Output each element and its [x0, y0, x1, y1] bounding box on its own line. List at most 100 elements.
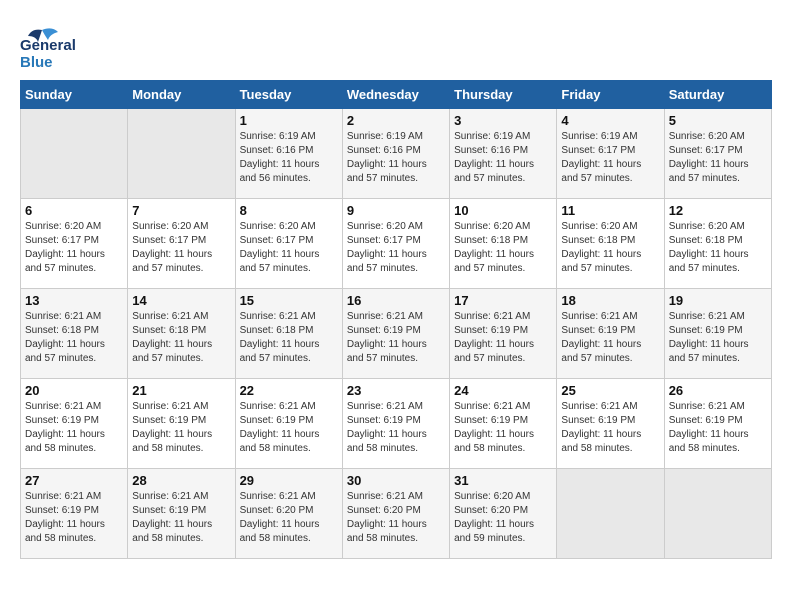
cell-info: Sunrise: 6:20 AMSunset: 6:18 PMDaylight:…: [561, 220, 659, 276]
calendar-cell: 8 Sunrise: 6:20 AMSunset: 6:17 PMDaylight…: [235, 199, 342, 289]
day-number: 12: [669, 203, 767, 218]
cell-info: Sunrise: 6:21 AMSunset: 6:20 PMDaylight:…: [347, 490, 445, 546]
weekday-header-row: Sunday Monday Tuesday Wednesday Thursday…: [21, 81, 772, 109]
day-number: 14: [132, 293, 230, 308]
cell-info: Sunrise: 6:21 AMSunset: 6:19 PMDaylight:…: [669, 400, 767, 456]
calendar-cell: [557, 469, 664, 559]
day-number: 18: [561, 293, 659, 308]
day-number: 3: [454, 113, 552, 128]
cell-info: Sunrise: 6:20 AMSunset: 6:17 PMDaylight:…: [669, 130, 767, 186]
day-number: 25: [561, 383, 659, 398]
calendar-cell: 7 Sunrise: 6:20 AMSunset: 6:17 PMDaylight…: [128, 199, 235, 289]
calendar-cell: 13Sunrise: 6:21 AMSunset: 6:18 PMDayligh…: [21, 289, 128, 379]
day-number: 16: [347, 293, 445, 308]
cell-info: Sunrise: 6:21 AMSunset: 6:19 PMDaylight:…: [347, 310, 445, 366]
calendar-cell: 3 Sunrise: 6:19 AMSunset: 6:16 PMDaylight…: [450, 109, 557, 199]
calendar-cell: 25 Sunrise: 6:21 AMSunset: 6:19 PMDayligh…: [557, 379, 664, 469]
calendar-cell: 31Sunrise: 6:20 AMSunset: 6:20 PMDayligh…: [450, 469, 557, 559]
day-number: 19: [669, 293, 767, 308]
calendar-cell: 23 Sunrise: 6:21 AMSunset: 6:19 PMDayligh…: [342, 379, 449, 469]
day-number: 26: [669, 383, 767, 398]
header-sunday: Sunday: [21, 81, 128, 109]
day-number: 29: [240, 473, 338, 488]
cell-info: Sunrise: 6:21 AMSunset: 6:20 PMDaylight:…: [240, 490, 338, 546]
logo: General Blue: [20, 20, 64, 64]
cell-info: Sunrise: 6:21 AMSunset: 6:19 PMDaylight:…: [25, 490, 123, 546]
header-monday: Monday: [128, 81, 235, 109]
calendar-week-row: 6 Sunrise: 6:20 AMSunset: 6:17 PMDaylight…: [21, 199, 772, 289]
calendar-cell: 2 Sunrise: 6:19 AMSunset: 6:16 PMDaylight…: [342, 109, 449, 199]
cell-info: Sunrise: 6:20 AMSunset: 6:20 PMDaylight:…: [454, 490, 552, 546]
cell-info: Sunrise: 6:20 AMSunset: 6:18 PMDaylight:…: [454, 220, 552, 276]
calendar-cell: 27Sunrise: 6:21 AMSunset: 6:19 PMDayligh…: [21, 469, 128, 559]
cell-info: Sunrise: 6:21 AMSunset: 6:19 PMDaylight:…: [347, 400, 445, 456]
calendar-cell: 24Sunrise: 6:21 AMSunset: 6:19 PMDayligh…: [450, 379, 557, 469]
calendar-cell: 1 Sunrise: 6:19 AMSunset: 6:16 PMDaylight…: [235, 109, 342, 199]
calendar-cell: 5 Sunrise: 6:20 AMSunset: 6:17 PMDaylight…: [664, 109, 771, 199]
cell-info: Sunrise: 6:19 AMSunset: 6:16 PMDaylight:…: [240, 130, 338, 186]
cell-info: Sunrise: 6:21 AMSunset: 6:19 PMDaylight:…: [561, 310, 659, 366]
day-number: 22: [240, 383, 338, 398]
day-number: 9: [347, 203, 445, 218]
header-thursday: Thursday: [450, 81, 557, 109]
cell-info: Sunrise: 6:21 AMSunset: 6:18 PMDaylight:…: [240, 310, 338, 366]
calendar-cell: 9Sunrise: 6:20 AMSunset: 6:17 PMDaylight…: [342, 199, 449, 289]
calendar-cell: 26 Sunrise: 6:21 AMSunset: 6:19 PMDayligh…: [664, 379, 771, 469]
cell-info: Sunrise: 6:21 AMSunset: 6:19 PMDaylight:…: [561, 400, 659, 456]
cell-info: Sunrise: 6:20 AMSunset: 6:17 PMDaylight:…: [25, 220, 123, 276]
calendar-cell: 18 Sunrise: 6:21 AMSunset: 6:19 PMDayligh…: [557, 289, 664, 379]
day-number: 8: [240, 203, 338, 218]
calendar-cell: 6 Sunrise: 6:20 AMSunset: 6:17 PMDaylight…: [21, 199, 128, 289]
cell-info: Sunrise: 6:21 AMSunset: 6:19 PMDaylight:…: [132, 400, 230, 456]
cell-info: Sunrise: 6:20 AMSunset: 6:17 PMDaylight:…: [132, 220, 230, 276]
cell-info: Sunrise: 6:21 AMSunset: 6:19 PMDaylight:…: [25, 400, 123, 456]
calendar-cell: 12 Sunrise: 6:20 AMSunset: 6:18 PMDayligh…: [664, 199, 771, 289]
calendar-table: Sunday Monday Tuesday Wednesday Thursday…: [20, 80, 772, 559]
header-wednesday: Wednesday: [342, 81, 449, 109]
calendar-cell: [21, 109, 128, 199]
calendar-cell: 20 Sunrise: 6:21 AMSunset: 6:19 PMDayligh…: [21, 379, 128, 469]
header-saturday: Saturday: [664, 81, 771, 109]
page-header: General Blue: [20, 20, 772, 64]
header-friday: Friday: [557, 81, 664, 109]
cell-info: Sunrise: 6:21 AMSunset: 6:19 PMDaylight:…: [132, 490, 230, 546]
calendar-cell: 10 Sunrise: 6:20 AMSunset: 6:18 PMDayligh…: [450, 199, 557, 289]
cell-info: Sunrise: 6:19 AMSunset: 6:16 PMDaylight:…: [347, 130, 445, 186]
calendar-cell: 30 Sunrise: 6:21 AMSunset: 6:20 PMDayligh…: [342, 469, 449, 559]
day-number: 7: [132, 203, 230, 218]
day-number: 15: [240, 293, 338, 308]
day-number: 11: [561, 203, 659, 218]
calendar-cell: 19Sunrise: 6:21 AMSunset: 6:19 PMDayligh…: [664, 289, 771, 379]
calendar-cell: 16 Sunrise: 6:21 AMSunset: 6:19 PMDayligh…: [342, 289, 449, 379]
cell-info: Sunrise: 6:21 AMSunset: 6:18 PMDaylight:…: [132, 310, 230, 366]
day-number: 28: [132, 473, 230, 488]
cell-info: Sunrise: 6:21 AMSunset: 6:19 PMDaylight:…: [240, 400, 338, 456]
day-number: 21: [132, 383, 230, 398]
day-number: 10: [454, 203, 552, 218]
day-number: 6: [25, 203, 123, 218]
day-number: 23: [347, 383, 445, 398]
day-number: 13: [25, 293, 123, 308]
calendar-cell: 22 Sunrise: 6:21 AMSunset: 6:19 PMDayligh…: [235, 379, 342, 469]
day-number: 20: [25, 383, 123, 398]
cell-info: Sunrise: 6:19 AMSunset: 6:17 PMDaylight:…: [561, 130, 659, 186]
calendar-cell: [664, 469, 771, 559]
header-tuesday: Tuesday: [235, 81, 342, 109]
calendar-cell: 28 Sunrise: 6:21 AMSunset: 6:19 PMDayligh…: [128, 469, 235, 559]
day-number: 5: [669, 113, 767, 128]
calendar-week-row: 27Sunrise: 6:21 AMSunset: 6:19 PMDayligh…: [21, 469, 772, 559]
day-number: 2: [347, 113, 445, 128]
logo-blue: Blue: [20, 54, 53, 71]
cell-info: Sunrise: 6:19 AMSunset: 6:16 PMDaylight:…: [454, 130, 552, 186]
cell-info: Sunrise: 6:20 AMSunset: 6:17 PMDaylight:…: [240, 220, 338, 276]
day-number: 1: [240, 113, 338, 128]
cell-info: Sunrise: 6:21 AMSunset: 6:19 PMDaylight:…: [454, 400, 552, 456]
cell-info: Sunrise: 6:21 AMSunset: 6:19 PMDaylight:…: [454, 310, 552, 366]
day-number: 30: [347, 473, 445, 488]
day-number: 17: [454, 293, 552, 308]
calendar-cell: 29 Sunrise: 6:21 AMSunset: 6:20 PMDayligh…: [235, 469, 342, 559]
cell-info: Sunrise: 6:20 AMSunset: 6:18 PMDaylight:…: [669, 220, 767, 276]
calendar-cell: 21 Sunrise: 6:21 AMSunset: 6:19 PMDayligh…: [128, 379, 235, 469]
calendar-cell: [128, 109, 235, 199]
calendar-cell: 14 Sunrise: 6:21 AMSunset: 6:18 PMDayligh…: [128, 289, 235, 379]
